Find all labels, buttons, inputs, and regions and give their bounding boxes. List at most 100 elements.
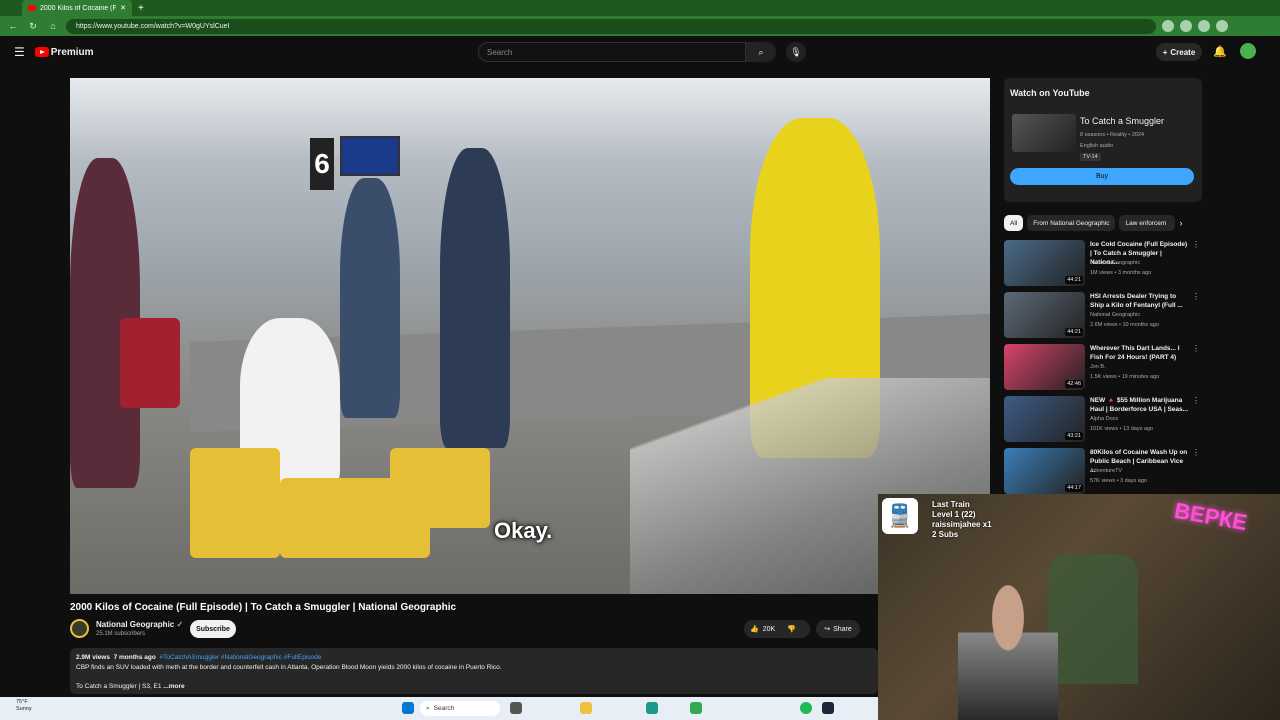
video-thumbnail[interactable]: 44:21 — [1004, 240, 1085, 286]
profile-avatar[interactable] — [1198, 20, 1210, 32]
recommended-video[interactable]: 43:21 NEW 🔺 $55 Million Marijuana Haul | … — [1004, 396, 1200, 444]
gaming-chair — [1048, 554, 1138, 684]
recommended-meta: 57K views • 3 days ago — [1090, 478, 1147, 484]
recommended-meta: 1.5K views • 19 minutes ago — [1090, 374, 1160, 380]
recommended-video[interactable]: 44:21 Ice Cold Cocaine (Full Episode) | T… — [1004, 240, 1200, 288]
more-options-icon[interactable]: ⋮ — [1192, 292, 1200, 301]
streamer-webcam — [958, 574, 1058, 720]
hamburger-menu-icon[interactable]: ☰ — [14, 45, 25, 59]
voice-search-button[interactable]: 🎙 — [786, 42, 806, 62]
chip-from-channel[interactable]: From National Geographic — [1027, 215, 1116, 231]
windows-taskbar: 75°F Sunny ⌕ Search — [0, 697, 878, 720]
recommended-channel[interactable]: National Geographic — [1090, 312, 1140, 318]
subscribe-button[interactable]: Subscribe — [190, 620, 236, 638]
recommended-meta: 2.6M views • 10 months ago — [1090, 322, 1159, 328]
person-denim-jacket — [340, 178, 400, 418]
taskbar-search-label: Search — [433, 705, 455, 712]
chrome-icon[interactable] — [690, 702, 702, 714]
video-thumbnail[interactable]: 44:21 — [1004, 292, 1085, 338]
video-thumbnail[interactable]: 44:17 — [1004, 448, 1085, 494]
recommended-title[interactable]: NEW 🔺 $55 Million Marijuana Haul | Borde… — [1090, 396, 1190, 414]
recommended-title[interactable]: Wherever This Dart Lands... I Fish For 2… — [1090, 344, 1190, 362]
more-options-icon[interactable]: ⋮ — [1192, 240, 1200, 249]
chip-law-enforcement[interactable]: Law enforcem — [1119, 215, 1176, 231]
close-tab-icon[interactable]: ✕ — [120, 4, 126, 12]
subscriber-count: 25.1M subscribers — [96, 631, 146, 637]
chevron-right-icon[interactable]: › — [1179, 218, 1182, 228]
stream-overlay: 🚆 Last Train Level 1 (22) raissimjahee x… — [878, 494, 1280, 720]
taskview-icon[interactable] — [510, 702, 522, 714]
menu-icon[interactable] — [1216, 20, 1228, 32]
recommended-title[interactable]: HSI Arrests Dealer Trying to Ship a Kilo… — [1090, 292, 1190, 310]
weather-widget[interactable]: 75°F Sunny — [16, 699, 32, 713]
home-icon[interactable]: ⌂ — [46, 19, 60, 33]
recommended-channel[interactable]: Jon B. — [1090, 364, 1106, 370]
reload-icon[interactable]: ↻ — [26, 19, 40, 33]
account-avatar[interactable] — [1240, 43, 1256, 59]
tab-title: 2000 Kilos of Cocaine (Full E… — [40, 4, 117, 12]
recommended-channel[interactable]: AdventureTV — [1090, 468, 1122, 474]
chip-all[interactable]: All — [1004, 215, 1024, 231]
browser-tab[interactable]: 2000 Kilos of Cocaine (Full E… ✕ — [22, 0, 132, 16]
recommended-video[interactable]: 44:21 HSI Arrests Dealer Trying to Ship a… — [1004, 292, 1200, 340]
show-meta: 8 seasons • Reality • 2024 — [1080, 132, 1145, 138]
bookmark-icon[interactable] — [1180, 20, 1192, 32]
search-input[interactable]: Search — [478, 42, 746, 62]
like-button[interactable]: 👍 20K 👎 — [744, 620, 810, 638]
channel-name-text: National Geographic — [96, 620, 175, 629]
recommended-video[interactable]: 42:46 Wherever This Dart Lands... I Fish … — [1004, 344, 1200, 392]
hashtags[interactable]: #ToCatchASmuggler #NationalGeographic #F… — [159, 654, 321, 661]
thumbs-down-icon[interactable]: 👎 — [787, 625, 796, 633]
youtube-logo[interactable]: Premium — [34, 47, 94, 58]
more-options-icon[interactable]: ⋮ — [1192, 344, 1200, 353]
create-label: Create — [1170, 47, 1196, 57]
more-options-icon[interactable]: ⋮ — [1192, 396, 1200, 405]
recommended-video[interactable]: 44:17 80Kilos of Cocaine Wash Up on Publi… — [1004, 448, 1200, 496]
back-icon[interactable]: ← — [6, 19, 20, 33]
duration-badge: 43:21 — [1065, 432, 1083, 440]
search-button[interactable]: ⌕ — [746, 42, 776, 62]
windows-start-icon[interactable] — [402, 702, 414, 714]
spotify-icon[interactable] — [800, 702, 812, 714]
create-button[interactable]: + Create — [1156, 43, 1202, 61]
channel-name[interactable]: National Geographic ✓ — [96, 620, 183, 629]
taskbar-search[interactable]: ⌕ Search — [420, 701, 500, 716]
baggage-sign: 6 — [310, 138, 334, 190]
description-meta: 2.9M views 7 months ago #ToCatchASmuggle… — [76, 653, 872, 663]
steam-icon[interactable] — [822, 702, 834, 714]
show-more-link[interactable]: ...more — [163, 683, 184, 690]
train-icon: 🚆 — [882, 498, 918, 534]
extension-icon[interactable] — [1162, 20, 1174, 32]
buy-button[interactable]: Buy — [1010, 168, 1194, 185]
video-player[interactable]: 6 Okay. — [70, 78, 990, 594]
upload-age: 7 months ago — [113, 654, 156, 661]
new-tab-icon[interactable]: + — [138, 3, 144, 14]
more-options-icon[interactable]: ⋮ — [1192, 448, 1200, 457]
overlay-line-4: 2 Subs — [932, 530, 959, 539]
recommended-channel[interactable]: Alpha Docs — [1090, 416, 1118, 422]
recommended-channel[interactable]: National Geographic — [1090, 260, 1140, 266]
youtube-favicon-icon — [28, 5, 36, 11]
thumbs-up-icon: 👍 — [750, 626, 759, 633]
url-field[interactable]: https://www.youtube.com/watch?v=W0gUYslC… — [66, 18, 1156, 34]
channel-avatar[interactable] — [70, 619, 89, 638]
overlay-line-3: raissimjahee x1 — [932, 520, 992, 529]
youtube-header: ☰ Premium Search ⌕ 🎙 + Create 🔔 — [0, 38, 1280, 66]
duration-badge: 42:46 — [1065, 380, 1083, 388]
video-caption: Okay. — [494, 518, 553, 543]
search-icon: ⌕ — [426, 704, 430, 712]
video-thumbnail[interactable]: 43:21 — [1004, 396, 1085, 442]
verified-icon: ✓ — [176, 620, 184, 629]
show-thumbnail[interactable] — [1012, 114, 1076, 152]
show-audio: English audio — [1080, 143, 1114, 149]
share-button[interactable]: ↪ Share — [816, 620, 860, 638]
description-box[interactable]: 2.9M views 7 months ago #ToCatchASmuggle… — [70, 648, 878, 694]
notifications-bell-icon[interactable]: 🔔 — [1213, 45, 1227, 58]
edge-icon[interactable] — [646, 702, 658, 714]
share-icon: ↪ — [824, 626, 831, 633]
video-title: 2000 Kilos of Cocaine (Full Episode) | T… — [70, 602, 457, 613]
file-explorer-icon[interactable] — [580, 702, 592, 714]
video-thumbnail[interactable]: 42:46 — [1004, 344, 1085, 390]
youtube-play-icon — [34, 47, 49, 57]
show-title[interactable]: To Catch a Smuggler — [1080, 116, 1164, 126]
